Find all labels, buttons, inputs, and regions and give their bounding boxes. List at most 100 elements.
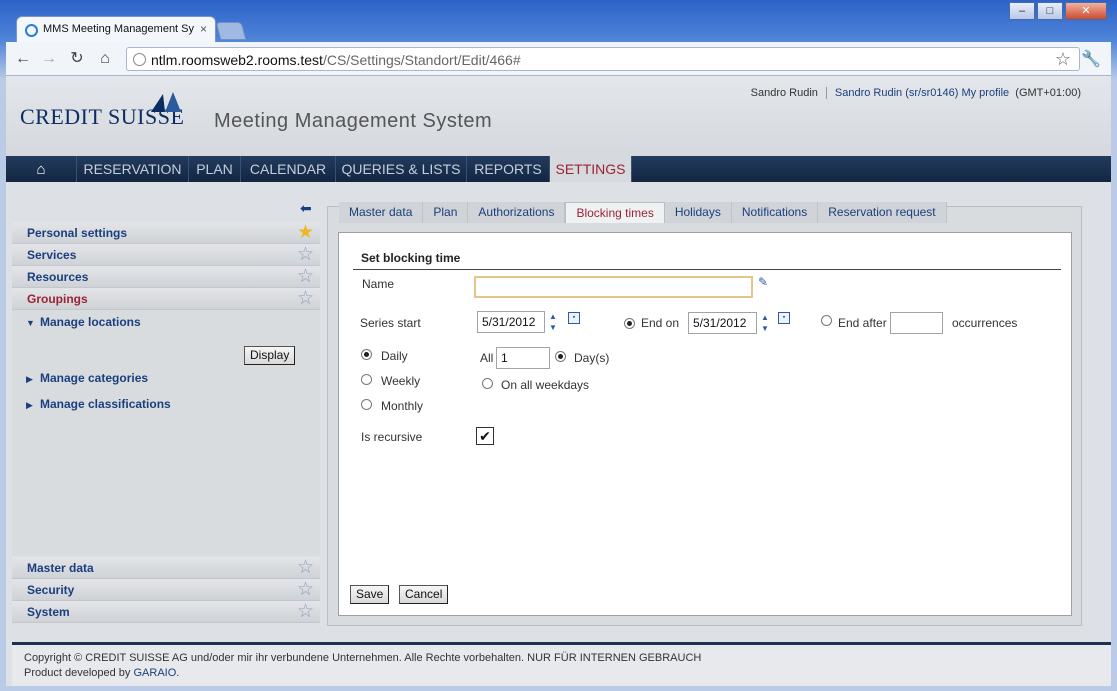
end-after-input[interactable] [890,312,943,334]
menu-plan[interactable]: PLAN [189,156,241,182]
calendar-icon[interactable]: ▪ [778,312,790,324]
collapse-arrow-icon[interactable]: ⬅ [300,200,312,217]
caret-down-icon: ▼ [26,318,35,328]
minimize-button[interactable]: – [1009,2,1035,20]
menu-settings[interactable]: SETTINGS [550,156,632,182]
tab-master-data[interactable]: Master data [339,202,424,223]
weekdays-radio[interactable] [482,378,493,389]
timezone: (GMT+01:00) [1015,87,1081,99]
nav-groupings[interactable]: Groupings ☆ [12,288,320,310]
browser-tab[interactable]: MMS Meeting Management Sy × [16,16,216,42]
star-icon[interactable]: ☆ [297,601,314,623]
tab-notifications[interactable]: Notifications [731,202,819,223]
nav-label: Groupings [27,292,88,306]
nav-system[interactable]: System ☆ [12,601,320,623]
tab-reservation-request[interactable]: Reservation request [818,202,947,223]
garaio-link[interactable]: GARAIO [133,667,176,679]
menu-home[interactable]: ⌂ [6,156,77,182]
weekly-radio[interactable] [361,374,372,385]
tab-authorizations[interactable]: Authorizations [468,202,566,223]
is-recursive-checkbox[interactable]: ✔ [476,427,494,445]
tab-holidays[interactable]: Holidays [664,202,732,223]
menu-calendar[interactable]: CALENDAR [241,156,336,182]
is-recursive-label: Is recursive [361,430,423,444]
tab-close-icon[interactable]: × [200,22,207,36]
nav-security[interactable]: Security ☆ [12,579,320,601]
star-icon[interactable]: ☆ [297,266,314,288]
daily-radio[interactable] [361,349,372,360]
user-bar: Sandro Rudin Sandro Rudin (sr/sr0146) My … [750,87,1081,100]
dialog-title: Set blocking time [361,251,461,265]
series-start-input[interactable] [477,311,545,333]
star-filled-icon[interactable]: ★ [297,222,314,244]
nav-master-data[interactable]: Master data ☆ [12,557,320,579]
end-after-label: End after [838,316,887,330]
nav-manage-classifications[interactable]: ▶ Manage classifications [26,397,171,411]
page-viewport: CREDIT SUISSE Meeting Management System … [6,76,1111,686]
end-on-stepper[interactable]: ▲ ▼ [760,312,770,334]
address-bar[interactable]: ntlm.roomsweb2.rooms.test/CS/Settings/St… [126,47,1080,71]
forward-arrow-icon[interactable]: → [38,49,60,69]
star-icon[interactable]: ☆ [297,288,314,310]
menu-queries-lists[interactable]: QUERIES & LISTS [336,156,467,182]
nav-services[interactable]: Services ☆ [12,244,320,266]
tab-blocking-times[interactable]: Blocking times [565,202,665,223]
save-button[interactable]: Save [350,585,390,604]
weekdays-label: On all weekdays [501,378,590,392]
tab-strip: MMS Meeting Management Sy × [6,10,1111,42]
main-menu: ⌂ RESERVATION PLAN CALENDAR QUERIES & LI… [6,156,1111,182]
cancel-button[interactable]: Cancel [399,585,449,604]
user-name: Sandro Rudin [750,87,818,99]
end-on-radio[interactable] [624,318,635,329]
star-icon[interactable]: ☆ [297,579,314,601]
new-tab-button[interactable] [215,22,247,40]
star-icon[interactable]: ☆ [297,244,314,266]
nav-sub-label: Manage categories [40,371,149,385]
menu-reservation[interactable]: RESERVATION [77,156,189,182]
monthly-radio[interactable] [361,399,372,410]
product-suffix: . [176,667,180,679]
app-favicon-icon [25,24,38,37]
interval-input[interactable] [496,347,550,369]
copyright-text: Copyright © CREDIT SUISSE AG und/oder mi… [24,652,702,664]
series-start-stepper[interactable]: ▲ ▼ [548,311,558,333]
nav-resources[interactable]: Resources ☆ [12,266,320,288]
wrench-icon[interactable]: 🔧 [1081,49,1101,69]
days-radio[interactable] [555,351,566,362]
nav-manage-locations[interactable]: ▼ Manage locations [26,315,141,329]
monthly-label: Monthly [381,399,424,413]
page-globe-icon [133,53,146,66]
settings-subtabs: Master data Plan Authorizations Blocking… [339,202,947,224]
page-header: CREDIT SUISSE Meeting Management System … [6,76,1111,156]
nav-manage-categories[interactable]: ▶ Manage categories [26,371,148,385]
close-window-button[interactable]: ✕ [1065,2,1107,20]
nav-label: Master data [27,561,94,575]
page-footer: Copyright © CREDIT SUISSE AG und/oder mi… [12,642,1111,686]
nav-personal-settings[interactable]: Personal settings ★ [12,222,320,244]
nav-label: Resources [27,270,89,284]
url-host: ntlm.roomsweb2.rooms.test [151,52,323,68]
edit-icon[interactable]: ✎ [758,275,768,289]
maximize-button[interactable]: □ [1037,2,1063,20]
nav-label: Personal settings [27,226,128,240]
menu-reports[interactable]: REPORTS [467,156,550,182]
name-input[interactable] [474,276,753,298]
sail-logo-icon [151,92,181,112]
back-arrow-icon[interactable]: ← [12,49,34,69]
nav-label: Services [27,248,77,262]
nav-label: Security [27,583,75,597]
home-icon[interactable]: ⌂ [94,49,116,69]
end-on-input[interactable] [688,312,757,334]
caret-right-icon: ▶ [26,374,33,384]
calendar-icon[interactable]: ▪ [568,312,580,324]
tab-title: MMS Meeting Management Sy [43,23,195,35]
end-after-radio[interactable] [821,315,832,326]
reload-icon[interactable]: ↻ [66,49,88,69]
title-divider [353,269,1061,270]
my-profile-link[interactable]: Sandro Rudin (sr/sr0146) My profile [835,87,1009,99]
bookmark-star-icon[interactable]: ☆ [1055,49,1071,70]
display-button[interactable]: Display [244,346,296,365]
all-label: All [480,351,494,365]
tab-plan[interactable]: Plan [423,202,469,223]
star-icon[interactable]: ☆ [297,557,314,579]
